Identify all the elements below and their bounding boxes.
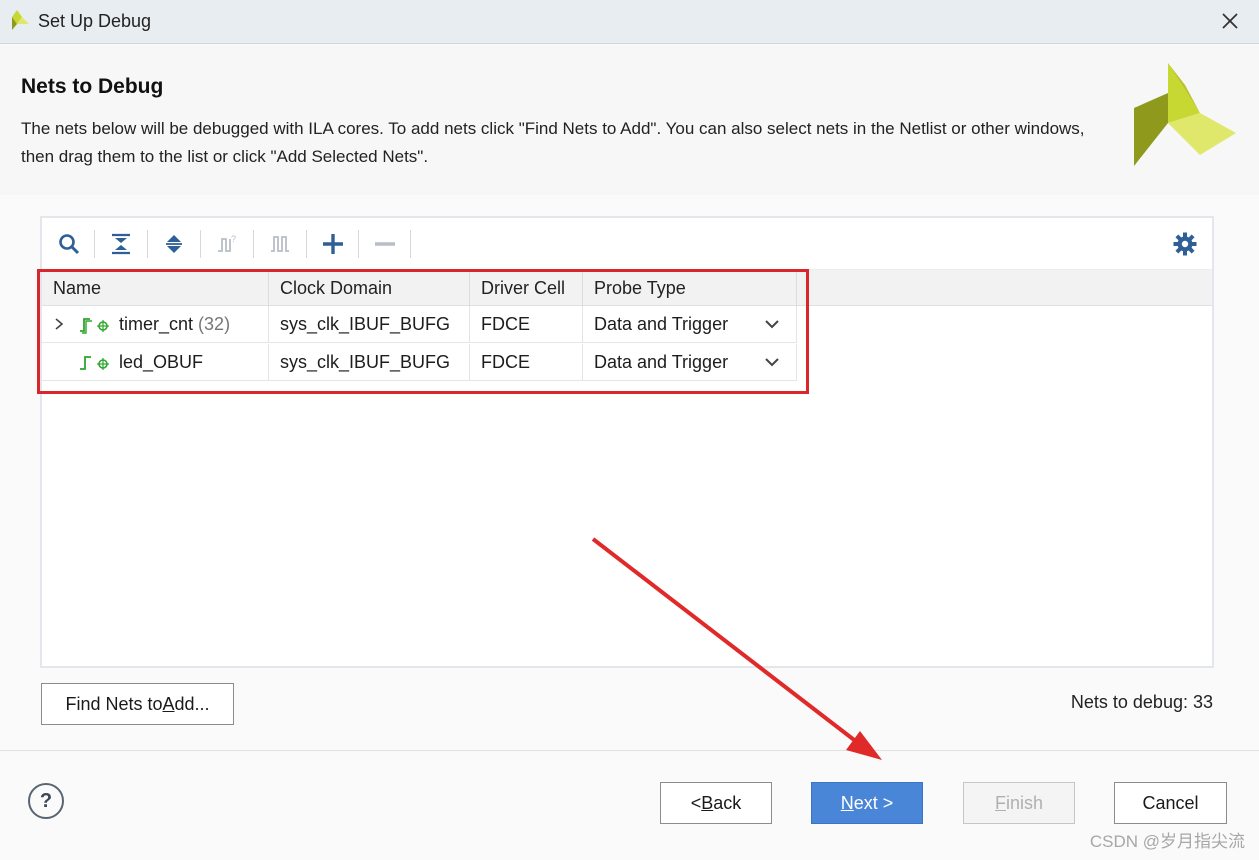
nets-table-panel: ? Name Clock Domain Driver Cell Probe Ty… xyxy=(40,216,1214,668)
chevron-down-icon[interactable] xyxy=(764,354,780,370)
remove-icon xyxy=(375,242,395,246)
net-name: timer_cnt xyxy=(119,314,194,334)
clock-domain-cell: sys_clk_IBUF_BUFG xyxy=(269,306,470,343)
search-button[interactable] xyxy=(54,230,84,258)
waveform-button[interactable]: ? xyxy=(212,230,242,258)
column-header-name[interactable]: Name xyxy=(42,270,269,306)
find-nets-to-add-button[interactable]: Find Nets to Add... xyxy=(41,683,234,725)
add-icon xyxy=(323,234,343,254)
app-logo-icon xyxy=(12,10,29,30)
column-header-clock-domain[interactable]: Clock Domain xyxy=(269,270,470,306)
help-button[interactable]: ? xyxy=(28,783,64,819)
waveform-icon: ? xyxy=(218,234,236,252)
nets-to-debug-count: Nets to debug: 33 xyxy=(1070,692,1213,712)
next-button[interactable]: Next > xyxy=(811,782,923,824)
net-name: led_OBUF xyxy=(119,352,204,372)
remove-button[interactable] xyxy=(370,230,400,258)
page-description: The nets below will be debugged with ILA… xyxy=(21,119,1085,166)
bit-count: (32) xyxy=(198,314,231,334)
window-title: Set Up Debug xyxy=(38,11,152,31)
svg-text:?: ? xyxy=(231,234,236,244)
chevron-down-icon[interactable] xyxy=(764,316,780,332)
expand-all-button[interactable] xyxy=(159,230,189,258)
cancel-button[interactable]: Cancel xyxy=(1114,782,1227,824)
search-icon xyxy=(59,234,80,255)
pulse-button[interactable] xyxy=(265,230,295,258)
probe-type-value: Data and Trigger xyxy=(594,314,729,334)
clock-domain-cell: sys_clk_IBUF_BUFG xyxy=(269,344,470,381)
table-row[interactable]: timer_cnt (32) sys_clk_IBUF_BUFG FDCE Da… xyxy=(42,306,797,343)
driver-cell-cell: FDCE xyxy=(470,344,583,381)
watermark: CSDN @岁月指尖流 xyxy=(1089,832,1245,851)
collapse-all-icon xyxy=(112,233,130,255)
column-header-driver-cell[interactable]: Driver Cell xyxy=(470,270,583,306)
add-button[interactable] xyxy=(318,230,348,258)
finish-button[interactable]: Finish xyxy=(963,782,1075,824)
title-bar: Set Up Debug xyxy=(0,0,1259,44)
pulse-icon xyxy=(271,236,289,252)
chevron-right-icon[interactable] xyxy=(52,317,66,331)
close-icon[interactable] xyxy=(1217,8,1243,34)
bus-net-icon xyxy=(80,318,109,334)
column-header-probe-type[interactable]: Probe Type xyxy=(583,270,797,306)
page-title: Nets to Debug xyxy=(21,75,164,98)
footer-divider xyxy=(0,750,1259,751)
table-toolbar: ? xyxy=(42,218,1212,270)
net-icon xyxy=(80,356,109,370)
net-name-cell: timer_cnt (32) xyxy=(42,306,269,343)
probe-type-select[interactable]: Data and Trigger xyxy=(583,344,797,381)
vivado-logo-icon xyxy=(1134,63,1236,166)
expand-all-icon xyxy=(166,235,182,253)
probe-type-select[interactable]: Data and Trigger xyxy=(583,306,797,343)
table-header: Name Clock Domain Driver Cell Probe Type xyxy=(42,270,1212,306)
probe-type-value: Data and Trigger xyxy=(594,352,729,372)
table-row[interactable]: led_OBUF sys_clk_IBUF_BUFG FDCE Data and… xyxy=(42,344,797,381)
collapse-all-button[interactable] xyxy=(106,230,136,258)
driver-cell-cell: FDCE xyxy=(470,306,583,343)
net-name-cell: led_OBUF xyxy=(42,344,269,381)
gear-icon[interactable] xyxy=(1172,231,1198,257)
back-button[interactable]: < Back xyxy=(660,782,772,824)
page-header: Nets to Debug The nets below will be deb… xyxy=(0,45,1259,195)
